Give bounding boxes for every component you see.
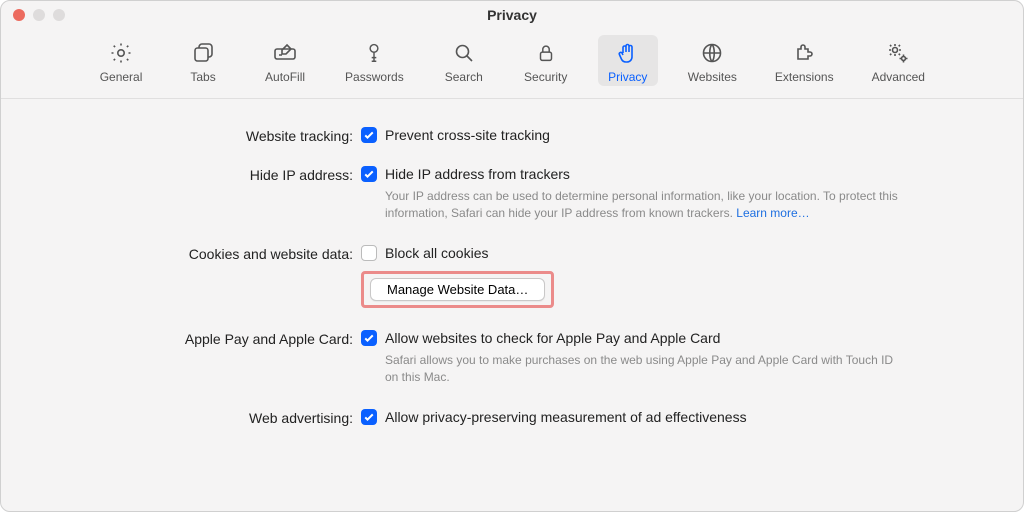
highlight-box: Manage Website Data… [361,271,554,308]
key-icon [360,39,388,67]
preferences-window: Privacy General Tabs AutoFill Passw [0,0,1024,512]
tab-privacy-label: Privacy [608,70,647,84]
pencil-field-icon [271,39,299,67]
checkbox-block-cookies[interactable] [361,245,377,261]
tab-passwords-label: Passwords [345,70,404,84]
checkbox-prevent-cross-site[interactable] [361,127,377,143]
tab-security-label: Security [524,70,567,84]
tab-security[interactable]: Security [516,35,576,86]
tab-passwords[interactable]: Passwords [337,35,412,86]
puzzle-icon [790,39,818,67]
label-apple-pay: Apple Pay and Apple Card: [61,330,361,347]
tab-websites-label: Websites [688,70,737,84]
close-window-button[interactable] [13,9,25,21]
tab-general-label: General [100,70,143,84]
checkbox-prevent-cross-site-label: Prevent cross-site tracking [385,127,550,143]
tab-websites[interactable]: Websites [680,35,745,86]
label-website-tracking: Website tracking: [61,127,361,144]
help-hide-ip: Your IP address can be used to determine… [361,188,901,223]
lock-icon [532,39,560,67]
preferences-toolbar: General Tabs AutoFill Passwords Search [1,29,1023,99]
tab-advanced-label: Advanced [872,70,925,84]
window-controls [13,9,65,21]
help-apple-pay: Safari allows you to make purchases on t… [361,352,901,387]
tab-autofill-label: AutoFill [265,70,305,84]
manage-website-data-button[interactable]: Manage Website Data… [370,278,545,301]
tab-privacy[interactable]: Privacy [598,35,658,86]
minimize-window-button[interactable] [33,9,45,21]
zoom-window-button[interactable] [53,9,65,21]
checkbox-block-cookies-label: Block all cookies [385,245,489,261]
tab-general[interactable]: General [91,35,151,86]
learn-more-link[interactable]: Learn more… [736,206,809,220]
globe-icon [698,39,726,67]
tab-advanced[interactable]: Advanced [864,35,933,86]
tab-autofill[interactable]: AutoFill [255,35,315,86]
checkbox-hide-ip[interactable] [361,166,377,182]
row-hide-ip: Hide IP address: Hide IP address from tr… [61,166,963,223]
titlebar: Privacy [1,1,1023,29]
hand-icon [614,39,642,67]
gear-icon [107,39,135,67]
checkbox-hide-ip-label: Hide IP address from trackers [385,166,570,182]
row-website-tracking: Website tracking: Prevent cross-site tra… [61,127,963,144]
tab-search[interactable]: Search [434,35,494,86]
tabs-icon [189,39,217,67]
tab-tabs[interactable]: Tabs [173,35,233,86]
gears-icon [884,39,912,67]
row-web-advertising: Web advertising: Allow privacy-preservin… [61,409,963,426]
label-hide-ip: Hide IP address: [61,166,361,183]
tab-extensions[interactable]: Extensions [767,35,842,86]
checkbox-web-advertising-label: Allow privacy-preserving measurement of … [385,409,747,425]
row-apple-pay: Apple Pay and Apple Card: Allow websites… [61,330,963,387]
window-title: Privacy [487,7,537,23]
checkbox-apple-pay[interactable] [361,330,377,346]
label-cookies: Cookies and website data: [61,245,361,262]
magnifier-icon [450,39,478,67]
row-cookies: Cookies and website data: Block all cook… [61,245,963,308]
label-web-advertising: Web advertising: [61,409,361,426]
checkbox-apple-pay-label: Allow websites to check for Apple Pay an… [385,330,720,346]
tab-extensions-label: Extensions [775,70,834,84]
tab-search-label: Search [445,70,483,84]
checkbox-web-advertising[interactable] [361,409,377,425]
privacy-pane: Website tracking: Prevent cross-site tra… [1,99,1023,426]
tab-tabs-label: Tabs [190,70,215,84]
